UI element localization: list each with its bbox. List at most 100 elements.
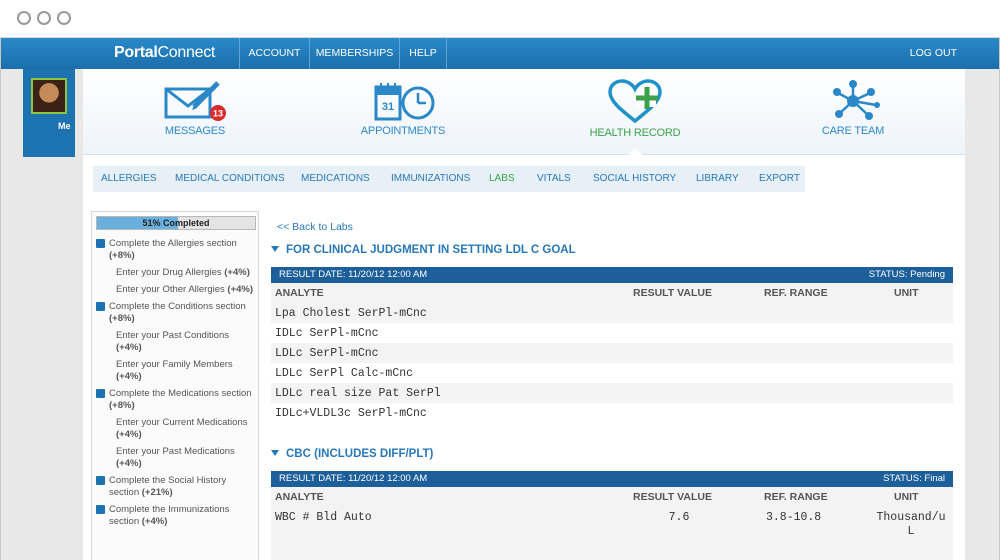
task-points: (+8%) <box>109 313 135 324</box>
messages-app[interactable]: 13 MESSAGES <box>115 79 275 137</box>
tab-social-history[interactable]: SOCIAL HISTORY <box>593 166 676 192</box>
info-icon <box>96 389 105 398</box>
lab-section-title[interactable]: CBC (INCLUDES DIFF/PLT) <box>271 448 433 460</box>
calendar-day: 31 <box>382 101 394 113</box>
app-icon-row: 13 MESSAGES 31 APPOINTMENTS HEALTH RECOR… <box>83 69 965 155</box>
progress-task[interactable]: Complete the Conditions section (+8%) <box>92 301 258 325</box>
progress-subtask[interactable]: Enter your Family Members (+4%) <box>92 359 258 383</box>
table-header: ANALYTE RESULT VALUE REF. RANGE UNIT <box>271 283 953 303</box>
task-text: Enter your Current Medications <box>116 417 248 428</box>
collapse-triangle-icon <box>271 246 279 252</box>
progress-subtask[interactable]: Enter your Current Medications (+4%) <box>92 417 258 441</box>
health-record-app[interactable]: HEALTH RECORD <box>555 79 715 139</box>
info-icon <box>96 505 105 514</box>
table-header: ANALYTE RESULT VALUE REF. RANGE UNIT <box>271 487 953 507</box>
logout-link[interactable]: LOG OUT <box>910 38 957 69</box>
app-window: PortalConnect ACCOUNT MEMBERSHIPS HELP L… <box>0 38 1000 560</box>
tab-labs[interactable]: LABS <box>489 166 515 192</box>
tab-library[interactable]: LIBRARY <box>696 166 739 192</box>
active-indicator <box>628 148 642 155</box>
tab-medical-conditions[interactable]: MEDICAL CONDITIONS <box>175 166 285 192</box>
table-row: LDLc SerPl Calc-mCnc <box>271 363 953 383</box>
task-text: Complete the Allergies section <box>109 238 237 249</box>
progress-task[interactable]: Complete the Immunizations section (+4%) <box>92 504 258 528</box>
task-points: (+4%) <box>141 516 168 527</box>
task-points: (+4%) <box>227 284 254 295</box>
column-ref-range: REF. RANGE <box>764 287 828 299</box>
tab-vitals[interactable]: VITALS <box>537 166 571 192</box>
result-date: RESULT DATE: 11/20/12 12:00 AM <box>279 473 428 484</box>
task-points: (+8%) <box>109 250 135 261</box>
column-analyte: ANALYTE <box>275 491 324 503</box>
main-panel: 13 MESSAGES 31 APPOINTMENTS HEALTH RECOR… <box>83 69 965 560</box>
lab-section-title[interactable]: FOR CLINICAL JUDGMENT IN SETTING LDL C G… <box>271 244 576 256</box>
task-points: (+21%) <box>141 487 173 498</box>
result-table: ANALYTE RESULT VALUE REF. RANGE UNIT WBC… <box>271 487 953 560</box>
back-to-labs-link[interactable]: << Back to Labs <box>277 221 353 233</box>
table-row: LDLc SerPl-mCnc <box>275 347 379 360</box>
brand-logo[interactable]: PortalConnect <box>114 44 215 62</box>
result-status: STATUS: Pending <box>868 269 945 280</box>
nav-account[interactable]: ACCOUNT <box>239 38 309 69</box>
progress-task[interactable]: Complete the Medications section (+8%) <box>92 388 258 412</box>
calendar-clock-icon: 31 <box>374 83 435 121</box>
profile-progress-panel: 51% Completed Complete the Allergies sec… <box>91 211 259 560</box>
progress-subtask[interactable]: Enter your Past Medications (+4%) <box>92 446 258 470</box>
progress-subtask[interactable]: Enter your Other Allergies (+4%) <box>92 284 258 296</box>
task-points: (+4%) <box>116 458 142 469</box>
progress-label: 51% Completed <box>142 218 210 228</box>
window-close-button[interactable] <box>17 11 31 25</box>
tab-medications[interactable]: MEDICATIONS <box>301 166 370 192</box>
progress-task-list: Complete the Allergies section (+8%) Ente… <box>92 238 258 533</box>
top-navigation: PortalConnect ACCOUNT MEMBERSHIPS HELP L… <box>1 38 999 69</box>
collapse-triangle-icon <box>271 450 279 456</box>
window-maximize-button[interactable] <box>57 11 71 25</box>
tab-export[interactable]: EXPORT <box>759 166 800 192</box>
result-table: ANALYTE RESULT VALUE REF. RANGE UNIT Lpa… <box>271 283 953 423</box>
tab-allergies[interactable]: ALLERGIES <box>101 166 157 192</box>
window-minimize-button[interactable] <box>37 11 51 25</box>
column-unit: UNIT <box>894 491 919 503</box>
nav-memberships[interactable]: MEMBERSHIPS <box>309 38 399 69</box>
progress-task[interactable]: Complete the Allergies section (+8%) <box>92 238 258 262</box>
result-status: STATUS: Final <box>883 473 945 484</box>
appointments-app[interactable]: 31 APPOINTMENTS <box>323 79 483 137</box>
result-header-bar: RESULT DATE: 11/20/12 12:00 AM STATUS: P… <box>271 267 953 283</box>
task-text: Enter your Drug Allergies <box>116 267 225 278</box>
task-points: (+4%) <box>116 342 142 353</box>
messages-badge: 13 <box>213 109 223 119</box>
user-tab[interactable]: Me <box>23 69 75 157</box>
table-row: LDLc real size Pat SerPl <box>275 387 441 400</box>
task-points: (+4%) <box>116 371 142 382</box>
column-analyte: ANALYTE <box>275 287 324 299</box>
table-row: IDLc+VLDL3c SerPl-mCnc <box>271 403 953 423</box>
appointments-label: APPOINTMENTS <box>360 125 446 137</box>
progress-task[interactable]: Complete the Social History section (+21… <box>92 475 258 499</box>
health-record-subnav: ALLERGIES MEDICAL CONDITIONS MEDICATIONS… <box>93 166 805 192</box>
task-text: Enter your Past Conditions <box>116 330 230 341</box>
column-unit: UNIT <box>894 287 919 299</box>
task-text: Enter your Past Medications <box>116 446 235 457</box>
tab-immunizations[interactable]: IMMUNIZATIONS <box>391 166 470 192</box>
column-ref-range: REF. RANGE <box>764 491 828 503</box>
unit-cell: Thousand/u L <box>876 511 946 538</box>
result-date: RESULT DATE: 11/20/12 12:00 AM <box>279 269 428 280</box>
progress-subtask[interactable]: Enter your Drug Allergies (+4%) <box>92 267 258 279</box>
ref-range-cell: 3.8-10.8 <box>766 511 822 524</box>
result-header-bar: RESULT DATE: 11/20/12 12:00 AM STATUS: F… <box>271 471 953 487</box>
task-text: Complete the Medications section <box>109 388 252 399</box>
care-team-app[interactable]: CARE TEAM <box>773 79 933 137</box>
progress-subtask[interactable]: Enter your Past Conditions (+4%) <box>92 330 258 354</box>
nav-help[interactable]: HELP <box>399 38 447 69</box>
task-points: (+4%) <box>116 429 142 440</box>
table-row: IDLc SerPl-mCnc <box>271 323 953 343</box>
column-result-value: RESULT VALUE <box>633 287 712 299</box>
table-row: WBC # Bld Auto 7.6 3.8-10.8 Thousand/u L <box>271 507 953 547</box>
info-icon <box>96 302 105 311</box>
health-record-label: HEALTH RECORD <box>589 127 681 139</box>
envelope-pen-icon: 13 <box>164 81 226 121</box>
heart-plus-icon <box>608 79 662 124</box>
table-row: Lpa Cholest SerPl-mCnc <box>275 307 427 320</box>
analyte-cell: WBC # Bld Auto <box>275 511 372 524</box>
progress-bar: 51% Completed <box>96 216 256 230</box>
